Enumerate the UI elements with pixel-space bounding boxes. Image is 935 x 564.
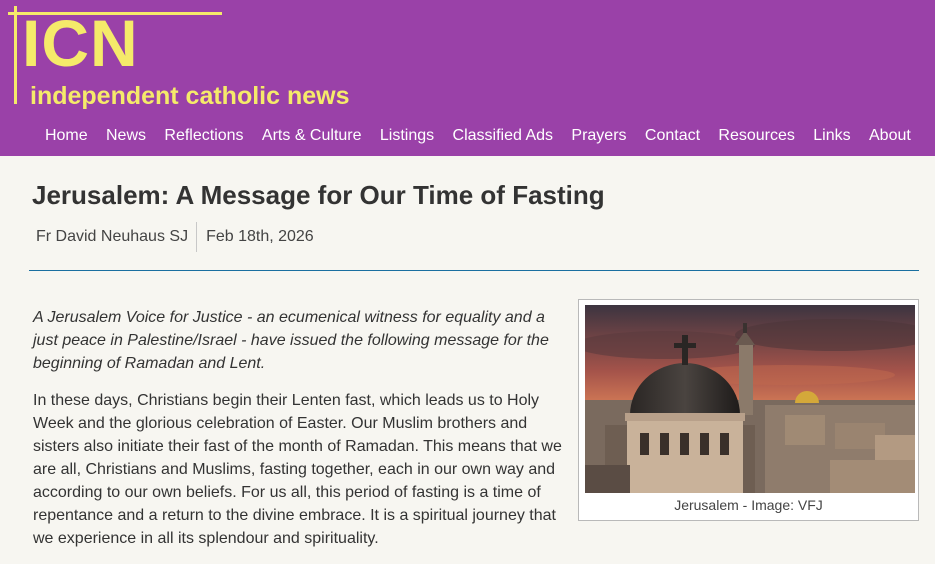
nav-resources[interactable]: Resources (709, 124, 804, 148)
nav-listings[interactable]: Listings (371, 124, 444, 148)
nav-arts-culture[interactable]: Arts & Culture (253, 124, 371, 148)
nav-classified-ads[interactable]: Classified Ads (443, 124, 562, 148)
site-logo[interactable]: ICN independent catholic news (0, 0, 380, 120)
nav-prayers[interactable]: Prayers (562, 124, 636, 148)
article-title: Jerusalem: A Message for Our Time of Fas… (32, 180, 605, 210)
logo-tagline: independent catholic news (30, 82, 350, 110)
article-meta: Fr David Neuhaus SJ Feb 18th, 2026 (30, 222, 314, 252)
article-intro: A Jerusalem Voice for Justice - an ecume… (33, 309, 549, 372)
nav-about[interactable]: About (860, 124, 920, 148)
article-date: Feb 18th, 2026 (206, 228, 314, 245)
main-nav: Home News Reflections Arts & Culture Lis… (36, 124, 920, 148)
nav-reflections[interactable]: Reflections (155, 124, 253, 148)
logo-text: ICN (22, 6, 139, 80)
logo-cross-stem (14, 6, 17, 104)
figure-caption: Jerusalem - Image: VFJ (674, 497, 823, 513)
article-paragraph: In these days, Christians begin their Le… (33, 392, 562, 547)
nav-links[interactable]: Links (804, 124, 860, 148)
nav-home[interactable]: Home (36, 124, 97, 148)
site-header: ICN independent catholic news Home News … (0, 0, 935, 156)
title-divider (29, 270, 919, 271)
jerusalem-photo[interactable] (585, 305, 915, 493)
article-figure: Jerusalem - Image: VFJ (578, 299, 919, 521)
nav-contact[interactable]: Contact (636, 124, 710, 148)
article-author[interactable]: Fr David Neuhaus SJ (30, 222, 198, 252)
nav-news[interactable]: News (97, 124, 155, 148)
